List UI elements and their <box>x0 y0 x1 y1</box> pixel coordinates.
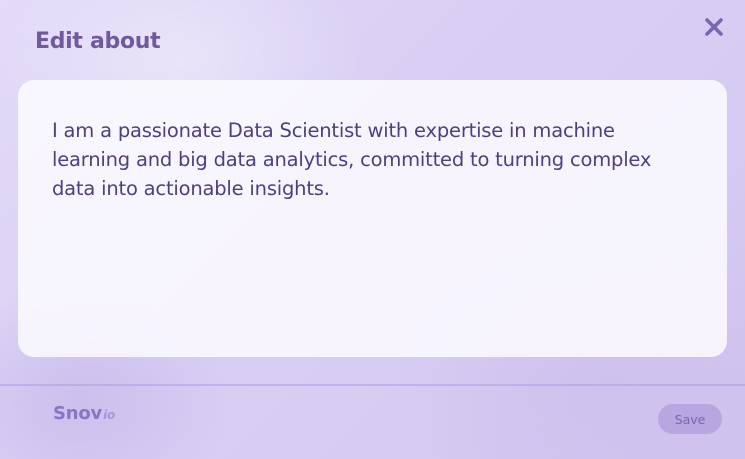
close-button[interactable] <box>699 12 729 42</box>
footer-divider <box>0 384 745 386</box>
dialog-title: Edit about <box>35 29 161 54</box>
brand-logo: Snovio <box>53 403 115 424</box>
brand-suffix: io <box>103 408 116 422</box>
brand-name: Snov <box>53 403 103 424</box>
edit-about-dialog: Edit about I am a passionate Data Scient… <box>0 0 745 459</box>
about-textarea[interactable]: I am a passionate Data Scientist with ex… <box>52 116 693 337</box>
close-icon <box>705 18 723 36</box>
about-text-panel: I am a passionate Data Scientist with ex… <box>18 80 727 357</box>
save-button[interactable]: Save <box>658 404 722 434</box>
